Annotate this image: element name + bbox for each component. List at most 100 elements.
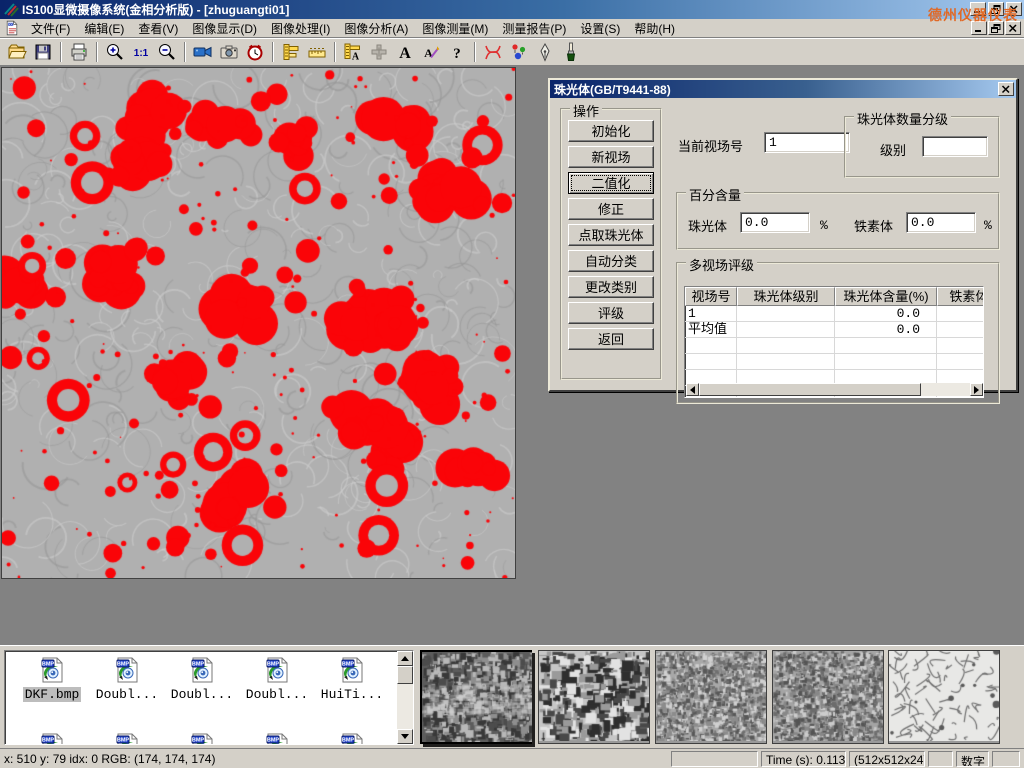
text-edit-button[interactable]: A — [418, 40, 444, 64]
pearlite-input[interactable]: 0.0 — [740, 212, 810, 233]
table-row-1[interactable]: 10.0 — [685, 306, 983, 322]
file-item-row2-4[interactable]: BMP — [240, 732, 314, 745]
dialog-close-button[interactable] — [998, 82, 1014, 96]
svg-text:A: A — [399, 45, 411, 62]
menu-item-8[interactable]: 测量报告(P) — [495, 18, 573, 39]
file-item-4[interactable]: BMPDoubl... — [240, 656, 314, 702]
table-cell: 0.0 — [835, 306, 937, 321]
close-button[interactable] — [1006, 2, 1022, 16]
dialog-close-icon — [1001, 85, 1011, 94]
file-item-2[interactable]: BMPDoubl... — [90, 656, 164, 702]
scroll-left-button[interactable] — [686, 383, 699, 396]
thumbnail-5[interactable] — [888, 650, 1000, 744]
thumbnail-4[interactable] — [772, 650, 884, 744]
camera-button[interactable] — [216, 40, 242, 64]
menu-item-10[interactable]: 帮助(H) — [627, 18, 682, 39]
thumbnail-1[interactable] — [420, 650, 532, 744]
scroll-right-button[interactable] — [970, 383, 983, 396]
op-button-9[interactable]: 返回 — [568, 328, 654, 350]
caliper-button[interactable] — [278, 40, 304, 64]
menu-item-3[interactable]: 查看(V) — [131, 18, 185, 39]
text-a-button[interactable]: A — [392, 40, 418, 64]
menu-item-2[interactable]: 编辑(E) — [77, 18, 131, 39]
table-cell — [937, 322, 984, 337]
help-button[interactable]: ? — [444, 40, 470, 64]
arrow-down-icon — [401, 734, 409, 739]
brush-button[interactable] — [558, 40, 584, 64]
curve-tool-button[interactable] — [480, 40, 506, 64]
zoom-out-icon — [157, 42, 177, 62]
op-button-3[interactable]: 二值化 — [568, 172, 654, 194]
grid-tool-button[interactable] — [366, 40, 392, 64]
file-item-row2-5[interactable]: BMP — [315, 732, 389, 745]
table-row-2[interactable]: 平均值0.0 — [685, 322, 983, 338]
scrollbar-thumb[interactable] — [699, 383, 921, 396]
actual-size-button[interactable]: 1:1 — [128, 40, 154, 64]
op-button-7[interactable]: 更改类别 — [568, 276, 654, 298]
menu-item-5[interactable]: 图像处理(I) — [264, 18, 337, 39]
thumbnail-3[interactable] — [655, 650, 767, 744]
table-header-3: 珠光体含量(%) — [835, 287, 937, 306]
file-name: DKF.bmp — [23, 687, 82, 702]
bmp-file-icon: BMP — [188, 656, 216, 684]
file-item-5[interactable]: BMPHuiTi... — [315, 656, 389, 702]
file-item-row2-2[interactable]: BMP — [90, 732, 164, 745]
menu-item-7[interactable]: 图像测量(M) — [415, 18, 495, 39]
save-button[interactable] — [30, 40, 56, 64]
op-button-6[interactable]: 自动分类 — [568, 250, 654, 272]
pen-icon — [535, 42, 555, 62]
op-button-4[interactable]: 修正 — [568, 198, 654, 220]
file-item-row2-3[interactable]: BMP — [165, 732, 239, 745]
rating-table[interactable]: 视场号珠光体级别珠光体含量(%)铁素体含量(%) 10.0平均值0.0 — [684, 286, 984, 398]
operations-group: 操作 初始化新视场二值化修正点取珠光体自动分类更改类别评级返回 — [560, 108, 662, 380]
mdi-restore-button[interactable] — [988, 21, 1004, 35]
menu-item-1[interactable]: 文件(F) — [24, 18, 77, 39]
scroll-down-button[interactable] — [397, 729, 413, 744]
svg-text:BMP: BMP — [342, 662, 355, 668]
thumbnail-2[interactable] — [538, 650, 650, 744]
table-cell: 1 — [685, 306, 737, 321]
menu-bar: DOC 文件(F)编辑(E)查看(V)图像显示(D)图像处理(I)图像分析(A)… — [0, 19, 1024, 38]
particles-button[interactable] — [506, 40, 532, 64]
dialog-title-bar[interactable]: 珠光体(GB/T9441-88) — [550, 80, 1016, 98]
file-item-1[interactable]: BMPDKF.bmp — [15, 656, 89, 702]
op-button-8[interactable]: 评级 — [568, 302, 654, 324]
table-cell — [737, 354, 835, 369]
op-button-2[interactable]: 新视场 — [568, 146, 654, 168]
mdi-minimize-button[interactable] — [971, 21, 987, 35]
file-scrollbar-thumb[interactable] — [397, 666, 413, 684]
grade-input[interactable] — [922, 136, 988, 157]
menu-item-4[interactable]: 图像显示(D) — [185, 18, 264, 39]
zoom-out-button[interactable] — [154, 40, 180, 64]
video-camera-button[interactable] — [190, 40, 216, 64]
file-item-3[interactable]: BMPDoubl... — [165, 656, 239, 702]
mdi-close-button[interactable] — [1005, 21, 1021, 35]
op-button-1[interactable]: 初始化 — [568, 120, 654, 142]
zoom-in-button[interactable] — [102, 40, 128, 64]
clock-button[interactable] — [242, 40, 268, 64]
print-button[interactable] — [66, 40, 92, 64]
open-folder-icon — [7, 42, 27, 62]
op-button-5[interactable]: 点取珠光体 — [568, 224, 654, 246]
scroll-up-button[interactable] — [397, 651, 413, 666]
table-row-4[interactable] — [685, 354, 983, 370]
table-hscrollbar[interactable] — [686, 383, 983, 396]
micrograph-image[interactable] — [1, 67, 516, 579]
table-cell — [937, 306, 984, 321]
pearlite-label: 珠光体 — [688, 216, 727, 235]
current-field-input[interactable]: 1 — [764, 132, 850, 153]
measure-text-button[interactable]: A — [340, 40, 366, 64]
cursor-status-text: x: 510 y: 79 idx: 0 RGB: (174, 174, 174) — [4, 752, 215, 766]
open-folder-button[interactable] — [4, 40, 30, 64]
table-cell: 0.0 — [835, 322, 937, 337]
menu-item-9[interactable]: 设置(S) — [573, 18, 627, 39]
file-vscrollbar[interactable] — [397, 651, 413, 744]
pen-button[interactable] — [532, 40, 558, 64]
minimize-button[interactable] — [970, 2, 986, 16]
restore-button[interactable] — [988, 2, 1004, 16]
file-item-row2-1[interactable]: BMP — [15, 732, 89, 745]
table-row-3[interactable] — [685, 338, 983, 354]
menu-item-6[interactable]: 图像分析(A) — [337, 18, 415, 39]
ferrite-input[interactable]: 0.0 — [906, 212, 976, 233]
ruler-button[interactable] — [304, 40, 330, 64]
